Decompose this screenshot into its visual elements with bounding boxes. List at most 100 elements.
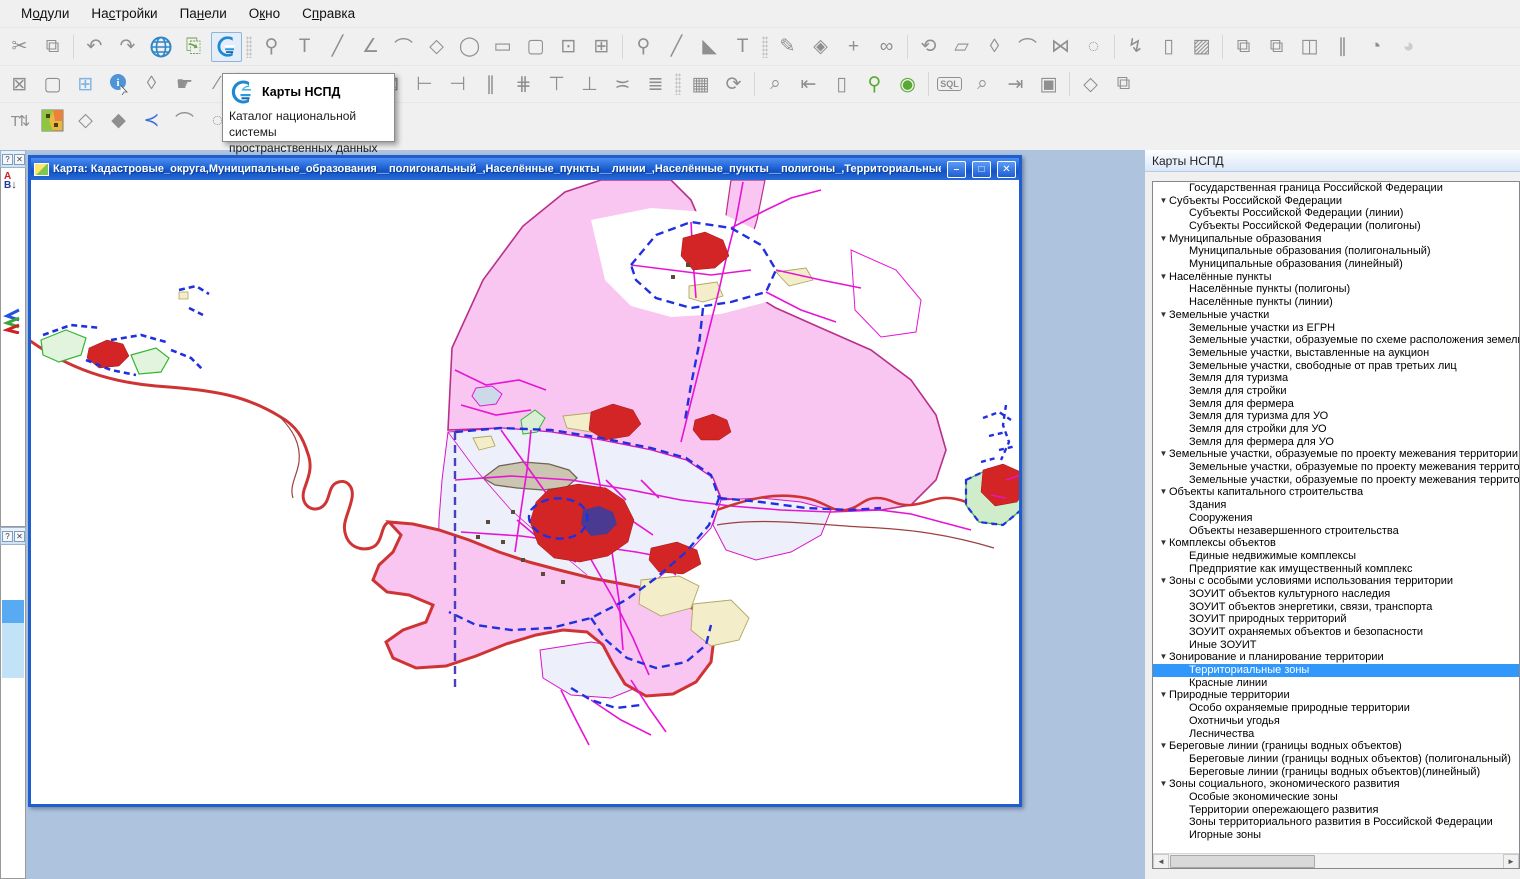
select-objects-tool[interactable]: ▢ <box>37 69 68 99</box>
map-canvas[interactable] <box>31 180 1019 804</box>
tree-item-group-1[interactable]: ▼Субъекты Российской Федерации <box>1153 195 1519 208</box>
tree-item-12[interactable]: Земельные участки, образуемые по схеме р… <box>1153 334 1519 347</box>
scroll-left-button[interactable]: ◄ <box>1153 854 1169 869</box>
panel-help-button[interactable]: ? <box>2 531 13 542</box>
tree-item-3[interactable]: Субъекты Российской Федерации (полигоны) <box>1153 220 1519 233</box>
collapse-arrow-icon[interactable]: ▼ <box>1158 575 1169 588</box>
tree-item-11[interactable]: Земельные участки из ЕГРН <box>1153 322 1519 335</box>
menu-справка[interactable]: Справка <box>291 2 366 25</box>
line-tool[interactable]: ╱ <box>322 32 353 62</box>
list-item-selected[interactable] <box>2 600 24 623</box>
info-tool[interactable]: i <box>103 69 134 99</box>
tree-item-14[interactable]: Земельные участки, свободные от прав тре… <box>1153 360 1519 373</box>
node-edit-tool[interactable]: ◈ <box>805 32 836 62</box>
collapse-arrow-icon[interactable]: ▼ <box>1158 651 1169 664</box>
add-node-tool[interactable]: + <box>838 32 869 62</box>
minimize-button[interactable]: – <box>947 161 966 178</box>
scroll-right-button[interactable]: ► <box>1503 854 1519 869</box>
map-window-titlebar[interactable]: Карта: Кадастровые_округа,Муниципальные_… <box>31 158 1019 180</box>
tree-item-16[interactable]: Земля для стройки <box>1153 385 1519 398</box>
place-pin-tool[interactable]: ⚲ <box>256 32 287 62</box>
collapse-arrow-icon[interactable]: ▼ <box>1158 778 1169 791</box>
tree-item-group-7[interactable]: ▼Населённые пункты <box>1153 271 1519 284</box>
select-all-tool[interactable]: ⊞ <box>70 69 101 99</box>
tree-item-group-47[interactable]: ▼Зоны социального, экономического развит… <box>1153 778 1519 791</box>
toolbar-grip[interactable] <box>675 73 681 95</box>
table-export-button[interactable]: ⇥ <box>1000 69 1031 99</box>
redo-button[interactable]: ↷ <box>112 32 143 62</box>
tree-item-25[interactable]: Здания <box>1153 499 1519 512</box>
panel-close-button[interactable]: ✕ <box>14 531 25 542</box>
panel-help-button[interactable]: ? <box>2 154 13 165</box>
tree-item-20[interactable]: Земля для фермера для УО <box>1153 436 1519 449</box>
align-center-h-button[interactable]: ∥ <box>475 69 506 99</box>
tree-item-39[interactable]: Красные линии <box>1153 677 1519 690</box>
tree-item-5[interactable]: Муниципальные образования (полигональный… <box>1153 245 1519 258</box>
align-top-button[interactable]: ⊤ <box>541 69 572 99</box>
tree-item-32[interactable]: ЗОУИТ объектов культурного наследия <box>1153 588 1519 601</box>
tree-item-19[interactable]: Земля для стройки для УО <box>1153 423 1519 436</box>
tree-item-35[interactable]: ЗОУИТ охраняемых объектов и безопасности <box>1153 626 1519 639</box>
sql-query-button[interactable]: SQL <box>934 69 965 99</box>
maximize-button[interactable]: □ <box>972 161 991 178</box>
text-style-button[interactable]: T <box>727 32 758 62</box>
tree-item-group-4[interactable]: ▼Муниципальные образования <box>1153 233 1519 246</box>
snap-line-tool[interactable]: ↯ <box>1120 32 1151 62</box>
left-panel-bottom-body[interactable] <box>0 545 26 879</box>
rotate-object-tool[interactable]: ⟲ <box>913 32 944 62</box>
tree-item-26[interactable]: Сооружения <box>1153 512 1519 525</box>
tree-item-18[interactable]: Земля для туризма для УО <box>1153 410 1519 423</box>
tree-item-27[interactable]: Объекты незавершенного строительства <box>1153 525 1519 538</box>
menu-настройки[interactable]: Настройки <box>80 2 168 25</box>
reshape-tool[interactable]: ✎ <box>772 32 803 62</box>
tree-item-group-21[interactable]: ▼Земельные участки, образуемые по проект… <box>1153 448 1519 461</box>
tree-item-43[interactable]: Лесничества <box>1153 728 1519 741</box>
tree-item-group-40[interactable]: ▼Природные территории <box>1153 690 1519 703</box>
collapse-arrow-icon[interactable]: ▼ <box>1158 689 1169 702</box>
tree-item-46[interactable]: Береговые линии (границы водных объектов… <box>1153 766 1519 779</box>
convert-objects-tool[interactable]: ◊ <box>979 32 1010 62</box>
tree-item-51[interactable]: Игорные зоны <box>1153 829 1519 842</box>
tree-item-50[interactable]: Зоны территориального развития в Российс… <box>1153 816 1519 829</box>
tree-item-group-37[interactable]: ▼Зонирование и планирование территории <box>1153 651 1519 664</box>
polygon-draw-tool[interactable]: ◇ <box>70 106 101 136</box>
grid-object-tool[interactable]: ⊞ <box>586 32 617 62</box>
scrollbar-thumb[interactable] <box>1170 855 1315 868</box>
shape-select-tool[interactable]: ⊡ <box>553 32 584 62</box>
select-none-tool[interactable]: ⊠ <box>4 69 35 99</box>
move-object-button[interactable]: ⧉ <box>1261 32 1292 62</box>
tree-item-17[interactable]: Земля для фермера <box>1153 398 1519 411</box>
align-middle-v-button[interactable]: ≍ <box>607 69 638 99</box>
arc-node-tool[interactable]: ⌒ <box>169 106 200 136</box>
align-right-button[interactable]: ⊣ <box>442 69 473 99</box>
rectangle-tool[interactable]: ▭ <box>487 32 518 62</box>
toolbar-grip[interactable] <box>246 36 252 58</box>
tree-item-48[interactable]: Особые экономические зоны <box>1153 791 1519 804</box>
close-button[interactable]: ✕ <box>997 161 1016 178</box>
image-frame-button[interactable]: ▣ <box>1033 69 1064 99</box>
collapse-arrow-icon[interactable]: ▼ <box>1158 448 1169 461</box>
collapse-arrow-icon[interactable]: ▼ <box>1158 537 1169 550</box>
collapse-arrow-icon[interactable]: ▼ <box>1158 233 1169 246</box>
symbol-style-button[interactable]: ⚲ <box>628 32 659 62</box>
left-panel-top-body[interactable]: А В↓ <box>0 168 26 527</box>
tree-item-group-44[interactable]: ▼Береговые линии (границы водных объекто… <box>1153 740 1519 753</box>
table-style-button[interactable]: ▦ <box>685 69 716 99</box>
delete-record-button[interactable]: ▯ <box>826 69 857 99</box>
buffer-tool[interactable]: ⌒ <box>1012 32 1043 62</box>
tree-item-2[interactable]: Субъекты Российской Федерации (линии) <box>1153 207 1519 220</box>
tree-item-15[interactable]: Земля для туризма <box>1153 372 1519 385</box>
table-search-button[interactable]: ⌕ <box>967 69 998 99</box>
region-style-button[interactable]: ◣ <box>694 32 725 62</box>
tree-item-8[interactable]: Населённые пункты (полигоны) <box>1153 284 1519 297</box>
erase-object-tool[interactable]: ▯ <box>1153 32 1184 62</box>
tree-item-41[interactable]: Особо охраняемые природные территории <box>1153 702 1519 715</box>
photo-pins-button[interactable]: ◉ <box>892 69 923 99</box>
menu-модули[interactable]: Модули <box>10 2 80 25</box>
cut-tool[interactable]: ✂ <box>4 32 35 62</box>
mirror-vertical-button[interactable]: ◫ <box>1294 32 1325 62</box>
pan-hand-tool[interactable]: ☛ <box>169 69 200 99</box>
polygon-node-tool[interactable]: ◆ <box>103 106 134 136</box>
collapse-arrow-icon[interactable]: ▼ <box>1158 195 1169 208</box>
link-nodes-tool[interactable]: ∞ <box>871 32 902 62</box>
